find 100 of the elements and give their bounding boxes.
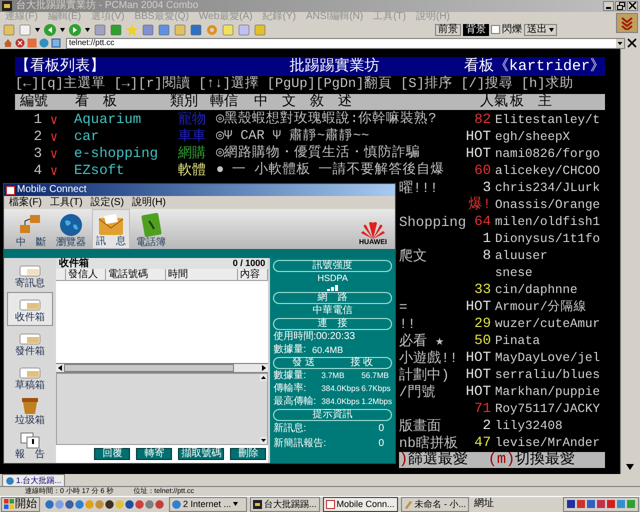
menu-item[interactable]: 設定(S): [90, 198, 124, 208]
popularity: 71: [474, 400, 491, 417]
board-moderators: wuzer/cuteAmur: [494, 316, 600, 334]
action-button[interactable]: 轉寄: [136, 448, 172, 460]
column-header[interactable]: 時間: [166, 269, 238, 280]
restore-button[interactable]: [615, 1, 626, 12]
folder-button[interactable]: 收件箱: [6, 292, 53, 326]
menu-item[interactable]: 工具(T): [50, 198, 83, 208]
star-icon[interactable]: [126, 24, 138, 36]
column-header: 類別: [170, 94, 199, 109]
taskbar-button[interactable]: 2 Internet ...: [169, 496, 247, 512]
popularity: 8: [482, 248, 491, 264]
connect-button[interactable]: 連 接: [273, 318, 392, 330]
board-moderators: MayDayLove/jel: [494, 350, 600, 368]
board-description: 小遊戲!!: [399, 351, 458, 368]
menu-item[interactable]: 說明(H): [132, 198, 166, 208]
message-count: 0 / 1000: [232, 259, 266, 268]
caret-icon[interactable]: [60, 28, 65, 32]
action-button[interactable]: 刪除: [230, 448, 266, 460]
board-number: 2: [32, 128, 43, 147]
popularity: HOT: [466, 298, 491, 315]
board-name: e-shopping: [74, 144, 160, 164]
popularity: 64: [474, 214, 491, 230]
window-icon[interactable]: [51, 38, 61, 48]
close-icon[interactable]: [627, 38, 637, 48]
popularity: HOT: [466, 384, 491, 400]
close-icon: [628, 2, 636, 10]
folder-button[interactable]: 報 告: [6, 428, 53, 462]
action-button[interactable]: 回覆: [94, 448, 130, 460]
address-field[interactable]: telnet://ptt.cc: [66, 38, 625, 49]
board-moderators: levise/MrAnder: [494, 435, 600, 452]
report-icon: [20, 430, 40, 448]
scrollbar-thumb[interactable]: [64, 364, 234, 372]
network-type: HSDPA: [316, 273, 349, 283]
popularity: HOT: [466, 350, 491, 366]
board-number: 1: [32, 110, 43, 130]
globe-icon[interactable]: [39, 38, 49, 48]
start-button[interactable]: 開始: [1, 496, 40, 512]
column-heading: 接 收: [350, 358, 374, 368]
section-heading: 訊號強度: [273, 260, 392, 272]
folder-button[interactable]: 垃圾箱: [6, 394, 53, 428]
column-header: 轉信: [210, 94, 239, 109]
minimize-icon: [606, 7, 611, 10]
folder-button[interactable]: 寄訊息: [6, 258, 53, 292]
board-moderators: aluuser: [494, 248, 548, 266]
list-title: 收件箱: [58, 258, 89, 268]
globe-icon: [172, 500, 181, 509]
board-moderators: alicekey/CHCOO: [494, 163, 600, 180]
toolbar-button[interactable]: 訊 息: [92, 209, 130, 249]
popularity: 50: [474, 332, 491, 349]
board-category: 網購: [178, 144, 207, 162]
popularity: 29: [474, 316, 491, 332]
toolbar-button[interactable]: 瀏覽器: [52, 209, 90, 249]
phone-book-icon: [140, 213, 162, 237]
menu-item[interactable]: 檔案(F): [9, 198, 42, 208]
folder-button[interactable]: 發件箱: [6, 326, 53, 360]
toolbar-button[interactable]: 電話簿: [132, 209, 170, 249]
windows-logo-icon: [4, 499, 14, 510]
info-label: 新簡訊報告:: [273, 437, 326, 451]
minimize-button[interactable]: [603, 1, 614, 12]
stop-icon[interactable]: [15, 38, 25, 48]
board-moderators: egh/sheepX: [494, 129, 570, 146]
folder-button[interactable]: 草稿箱: [6, 360, 53, 394]
blink-checkbox[interactable]: [491, 25, 500, 34]
column-header[interactable]: 電話號碼: [106, 269, 166, 280]
globe-icon: [6, 476, 14, 485]
gear-icon[interactable]: [206, 24, 218, 36]
board-moderators: Dionysus/1t1fo: [494, 231, 600, 248]
column-header[interactable]: 發信人: [66, 269, 106, 280]
vertical-scrollbar[interactable]: [620, 48, 640, 474]
app-icon: [6, 186, 15, 194]
close-button[interactable]: [627, 1, 638, 12]
send-button[interactable]: 送出: [524, 24, 557, 36]
board-description: ◎網路購物・優質生活・慎防詐騙: [216, 144, 422, 162]
window-title: 台大批踢踢實業坊 - PCMan 2004 Combo: [16, 1, 198, 12]
header-title: 【看板列表】: [15, 58, 105, 74]
unread-mark: ∨: [50, 162, 59, 181]
board-description: ● 一 小軟體板 一請不要解答後自爆: [216, 161, 446, 180]
action-button[interactable]: 擷取號碼: [178, 448, 224, 460]
connection-tab[interactable]: 1.台大批踢...: [2, 474, 66, 486]
left-arrow-icon: [56, 364, 64, 372]
stat-label: 傳輸率:: [273, 383, 308, 395]
taskbar-button[interactable]: 未命名 - 小...: [400, 496, 470, 512]
help-line: [←][q]主選單 [→][r]閱讀 [↑↓]選擇 [PgUp][PgDn]翻頁 [S]排序 [/]搜尋 [h]求助: [15, 78, 574, 92]
home-icon[interactable]: [3, 38, 13, 48]
board-description: 爬文: [399, 249, 427, 266]
popularity: 47: [474, 434, 491, 451]
horizontal-scrollbar[interactable]: [56, 363, 268, 373]
caret-icon[interactable]: [85, 28, 90, 32]
toolbar-button[interactable]: 中 斷: [12, 209, 50, 249]
board-description: /門號: [399, 385, 436, 402]
message-preview[interactable]: [56, 373, 268, 445]
background-button[interactable]: 背景: [463, 24, 489, 36]
caret-icon[interactable]: [35, 28, 40, 32]
taskbar-button[interactable]: 台大批踢踢...: [250, 496, 320, 512]
checkbox-label: 閃爍: [502, 24, 522, 35]
board-moderators: Elitestanley/t: [494, 112, 600, 130]
taskbar-button[interactable]: Mobile Conn...: [322, 496, 398, 512]
foreground-button[interactable]: 前景: [435, 24, 461, 36]
address-label: 網址: [474, 499, 494, 510]
